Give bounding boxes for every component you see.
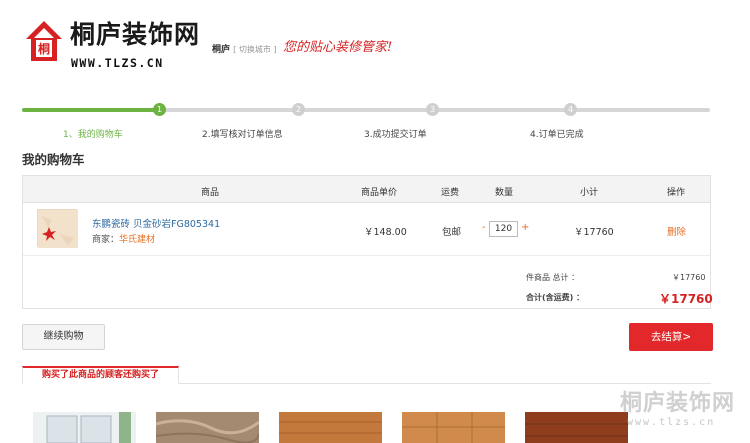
wood-floor-image <box>279 412 382 443</box>
logo-house-icon[interactable]: 桐 <box>24 19 64 63</box>
product-thumbnail[interactable] <box>37 209 78 248</box>
merchant-label: 商家： <box>92 235 120 245</box>
progress-fill <box>22 108 159 112</box>
step-3-label: 3.成功提交订单 <box>364 130 427 140</box>
watermark-title: 桐庐装饰网 <box>620 391 736 416</box>
qty-increase-button[interactable]: + <box>521 222 529 233</box>
step-1-dot: 1 <box>153 103 166 116</box>
step-2-dot: 2 <box>292 103 305 116</box>
logo-url: WWW.TLZS.CN <box>71 56 164 70</box>
marble-tile-image <box>155 412 260 443</box>
header-product: 商品 <box>201 188 220 198</box>
checkout-button[interactable]: 去结算> <box>629 323 713 351</box>
recommend-item-image[interactable] <box>525 412 628 443</box>
step-4-label: 4.订单已完成 <box>530 130 584 140</box>
recommend-item-image[interactable] <box>155 412 260 443</box>
dark-wood-image <box>525 412 628 443</box>
quantity-input[interactable]: 120 <box>489 221 518 237</box>
watermark-url: www.tlzs.cn <box>627 417 716 428</box>
city-selector[interactable]: 桐庐 [ 切换城市 ] <box>212 42 276 55</box>
header-unit-price: 商品单价 <box>361 188 398 198</box>
switch-city-link[interactable]: [ 切换城市 ] <box>233 45 276 54</box>
recommend-tab[interactable]: 购买了此商品的顾客还购买了 <box>22 366 179 384</box>
city-name: 桐庐 <box>212 45 231 55</box>
step-1-label: 1、我的购物车 <box>63 130 123 140</box>
unit-price: ￥148.00 <box>364 227 407 238</box>
row-divider <box>23 255 710 256</box>
step-4-dot: 4 <box>564 103 577 116</box>
delete-link[interactable]: 删除 <box>667 224 686 238</box>
header-quantity: 数量 <box>495 188 514 198</box>
item-subtotal: ￥17760 <box>574 227 614 238</box>
recommend-item-image[interactable] <box>279 412 382 443</box>
recommend-item-image[interactable] <box>33 412 136 443</box>
step-2-label: 2.填写核对订单信息 <box>202 130 283 140</box>
header-action: 操作 <box>667 188 686 198</box>
continue-shopping-button[interactable]: 继续购物 <box>22 324 105 350</box>
merchant-info: 商家：华氏建材 <box>92 232 155 245</box>
product-tile-image <box>38 210 78 248</box>
item-count-value: ￥17760 <box>672 273 706 282</box>
step-3-dot: 3 <box>426 103 439 116</box>
logo-title[interactable]: 桐庐装饰网 <box>70 22 200 47</box>
slogan: 您的贴心装修管家! <box>283 40 393 55</box>
logo-char: 桐 <box>38 41 50 56</box>
header-subtotal: 小计 <box>580 188 599 198</box>
product-name-link[interactable]: 东鹏瓷砖 贝金砂岩FG805341 <box>92 216 220 230</box>
cart-title: 我的购物车 <box>22 152 85 167</box>
total-label: 合计(含运费) ： <box>526 293 585 302</box>
header-shipping: 运费 <box>441 188 460 198</box>
shipping-value: 包邮 <box>442 227 462 238</box>
wood-floor-image <box>402 412 505 443</box>
qty-decrease-button[interactable]: - <box>482 222 486 233</box>
shower-image <box>33 412 136 443</box>
total-value: ￥17760 <box>659 292 713 306</box>
recommend-item-image[interactable] <box>402 412 505 443</box>
item-count-label: 件商品 总计 ： <box>526 273 580 282</box>
merchant-link[interactable]: 华氏建材 <box>119 235 155 245</box>
